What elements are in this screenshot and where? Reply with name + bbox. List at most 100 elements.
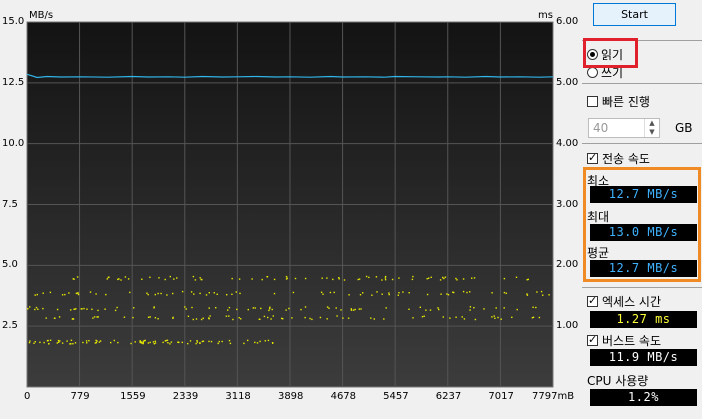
access-time-point: [381, 279, 383, 281]
access-time-point: [240, 318, 242, 320]
access-time-point: [271, 342, 274, 344]
benchmark-chart-area: 0 779 1559 2339 3118 3898 4678 5457 6237 7017 7797…: [0, 0, 580, 416]
transfer-checkbox-box[interactable]: [587, 151, 598, 164]
access-time-point: [110, 341, 112, 344]
access-time-point: [142, 340, 145, 342]
access-time-point: [388, 293, 390, 296]
y-right-tick-label: 3.00: [556, 198, 579, 210]
access-time-point: [455, 277, 457, 280]
fast-checkbox-box[interactable]: [587, 96, 598, 107]
access-time-point: [48, 343, 50, 345]
access-time-point: [466, 291, 468, 294]
access-time-point: [149, 316, 151, 318]
benchmark-chart: [26, 21, 554, 388]
access-time-point: [154, 342, 157, 344]
access-time-point: [208, 340, 210, 343]
access-time-point: [141, 278, 143, 280]
access-time-point: [134, 341, 136, 343]
access-time-point: [202, 317, 204, 319]
access-time-point: [264, 340, 266, 342]
size-spinbox[interactable]: 40 ▲ ▼: [588, 118, 660, 138]
size-unit: GB: [675, 121, 693, 135]
access-time-point: [239, 292, 241, 295]
access-time-point: [196, 340, 198, 342]
access-time-point: [86, 308, 88, 310]
access-time-point: [267, 316, 269, 319]
access-time-point: [66, 340, 68, 342]
access-time-point: [251, 278, 253, 280]
access-time-point: [247, 308, 249, 311]
access-time-point: [192, 275, 195, 278]
access-time-point: [96, 316, 98, 318]
access-time-point: [147, 293, 149, 296]
access-time-point: [213, 292, 215, 294]
access-time-point: [72, 343, 74, 345]
fast-label: 빠른 진행: [602, 95, 650, 109]
access-time-point: [98, 341, 101, 343]
access-time-point: [463, 318, 466, 320]
access-time-point: [231, 293, 233, 295]
access-time-point: [88, 340, 90, 342]
access-time-point: [61, 294, 64, 296]
access-time-point: [129, 291, 131, 294]
access-time-point: [181, 341, 183, 344]
access-time-point: [42, 292, 44, 294]
burst-checkbox-box[interactable]: [587, 333, 598, 346]
access-time-point: [375, 276, 378, 278]
access-time-point: [85, 340, 88, 342]
access-time-point: [412, 317, 414, 319]
transfer-checkbox[interactable]: 전송 속도: [587, 151, 650, 166]
access-time-point: [527, 278, 529, 281]
access-time-point: [426, 278, 428, 280]
access-time-point: [285, 278, 288, 280]
access-time-point: [397, 294, 399, 296]
y-left-tick-label: 10.0: [2, 137, 25, 149]
access-time-point: [252, 307, 254, 309]
access-time-point: [532, 306, 534, 308]
x-tick-label: 7017: [488, 391, 514, 402]
access-time-point: [59, 340, 61, 342]
access-time-point: [536, 291, 538, 293]
access-time-point: [473, 277, 476, 279]
access-time-point: [29, 306, 31, 308]
access-time-point: [231, 277, 233, 280]
access-time-point: [199, 277, 201, 279]
y-right-tick-label: 5.00: [556, 76, 579, 88]
access-time-point: [439, 279, 442, 281]
y-left-tick-label: 2.5: [2, 320, 18, 332]
access-time-point: [228, 315, 230, 317]
x-tick-label: 4678: [330, 391, 357, 402]
access-time-point: [120, 279, 122, 281]
access-time-point: [471, 277, 473, 279]
access-time-point: [225, 315, 228, 317]
access-checkbox[interactable]: 엑세스 시간: [587, 294, 661, 309]
divider: [582, 143, 702, 144]
access-time-point: [123, 316, 126, 318]
access-time-point: [267, 339, 270, 342]
start-button[interactable]: Start: [593, 3, 676, 26]
access-time-point: [503, 277, 506, 280]
x-tick-label: 3118: [225, 391, 251, 402]
x-tick-label: 3898: [277, 391, 304, 402]
access-time-point: [419, 306, 421, 308]
y-right-tick-label: 2.00: [556, 259, 579, 271]
access-checkbox-box[interactable]: [587, 294, 598, 307]
size-value: 40: [593, 121, 609, 135]
access-time-point: [426, 293, 429, 296]
access-time-point: [228, 339, 231, 342]
access-time-point: [99, 340, 102, 342]
access-time-point: [270, 318, 272, 320]
access-time-point: [347, 317, 350, 319]
access-time-point: [288, 307, 290, 310]
access-time-point: [540, 290, 543, 293]
access-time-point: [437, 307, 439, 309]
access-time-point: [193, 293, 195, 295]
burst-checkbox[interactable]: 버스트 속도: [587, 333, 661, 348]
access-time-point: [58, 316, 61, 318]
access-time-point: [157, 292, 159, 295]
fast-checkbox[interactable]: 빠른 진행: [587, 94, 650, 109]
access-time-point: [208, 292, 210, 294]
size-stepper[interactable]: ▲ ▼: [644, 119, 659, 137]
read-highlight-box: [583, 38, 638, 68]
write-radio-dot[interactable]: [587, 67, 598, 78]
